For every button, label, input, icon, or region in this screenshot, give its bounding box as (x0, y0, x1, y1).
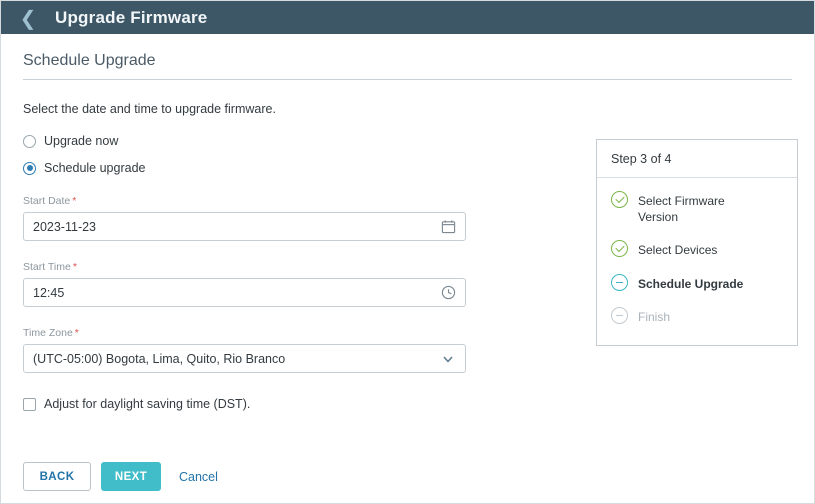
step-label: Finish (638, 308, 670, 325)
step-item-select-devices: Select Devices (611, 241, 783, 258)
step-label: Schedule Upgrade (638, 275, 743, 292)
field-label-text: Start Date (23, 195, 70, 207)
upgrade-firmware-screen: ❮ Upgrade Firmware Schedule Upgrade Sele… (0, 0, 815, 504)
time-zone-field: Time Zone* (UTC-05:00) Bogota, Lima, Qui… (23, 327, 466, 373)
radio-circle-selected[interactable] (23, 162, 36, 175)
page-title: Upgrade Firmware (55, 8, 207, 28)
back-button[interactable]: BACK (23, 462, 91, 491)
dst-checkbox[interactable] (23, 398, 36, 411)
next-button[interactable]: NEXT (101, 462, 161, 491)
clock-icon[interactable] (440, 285, 456, 301)
start-date-input[interactable] (23, 212, 466, 241)
intro-text: Select the date and time to upgrade firm… (23, 102, 466, 116)
field-label-text: Start Time (23, 261, 71, 273)
radio-upgrade-now[interactable]: Upgrade now (23, 134, 466, 148)
radio-circle-unselected[interactable] (23, 135, 36, 148)
start-time-input[interactable] (23, 278, 466, 307)
required-asterisk: * (73, 261, 77, 273)
section-title: Schedule Upgrade (23, 52, 792, 80)
step-label: Select Firmware Version (638, 192, 768, 225)
start-date-field: Start Date* (23, 195, 466, 241)
field-label-text: Time Zone (23, 327, 73, 339)
action-bar: BACK NEXT Cancel (23, 462, 218, 491)
radio-label: Schedule upgrade (44, 161, 145, 175)
steps-list: Select Firmware Version Select Devices S… (597, 178, 797, 345)
dash-circle-icon (611, 307, 628, 324)
steps-panel-title: Step 3 of 4 (597, 140, 797, 178)
time-zone-value: (UTC-05:00) Bogota, Lima, Quito, Rio Bra… (33, 352, 440, 366)
cancel-link[interactable]: Cancel (179, 470, 218, 484)
chevron-down-icon[interactable] (440, 351, 456, 367)
start-time-value[interactable] (33, 286, 440, 300)
radio-label: Upgrade now (44, 134, 118, 148)
top-header-bar: ❮ Upgrade Firmware (1, 1, 814, 34)
start-time-field: Start Time* (23, 261, 466, 307)
required-asterisk: * (75, 327, 79, 339)
required-asterisk: * (72, 195, 76, 207)
time-zone-select[interactable]: (UTC-05:00) Bogota, Lima, Quito, Rio Bra… (23, 344, 466, 373)
time-zone-label: Time Zone* (23, 327, 466, 339)
dash-circle-icon (611, 274, 628, 291)
content-area: Schedule Upgrade Select the date and tim… (1, 34, 814, 504)
check-circle-icon (611, 240, 628, 257)
calendar-icon[interactable] (440, 219, 456, 235)
start-date-label: Start Date* (23, 195, 466, 207)
check-circle-icon (611, 191, 628, 208)
step-label: Select Devices (638, 241, 717, 258)
start-time-label: Start Time* (23, 261, 466, 273)
start-date-value[interactable] (33, 220, 440, 234)
dst-checkbox-row[interactable]: Adjust for daylight saving time (DST). (23, 397, 466, 411)
dst-checkbox-label: Adjust for daylight saving time (DST). (44, 397, 250, 411)
back-chevron-icon[interactable]: ❮ (15, 5, 41, 31)
step-item-finish: Finish (611, 308, 783, 325)
wizard-steps-panel: Step 3 of 4 Select Firmware Version Sele… (596, 139, 798, 346)
radio-schedule-upgrade[interactable]: Schedule upgrade (23, 161, 466, 175)
step-item-select-firmware-version: Select Firmware Version (611, 192, 783, 225)
schedule-form: Select the date and time to upgrade firm… (23, 102, 466, 411)
step-item-schedule-upgrade: Schedule Upgrade (611, 275, 783, 292)
